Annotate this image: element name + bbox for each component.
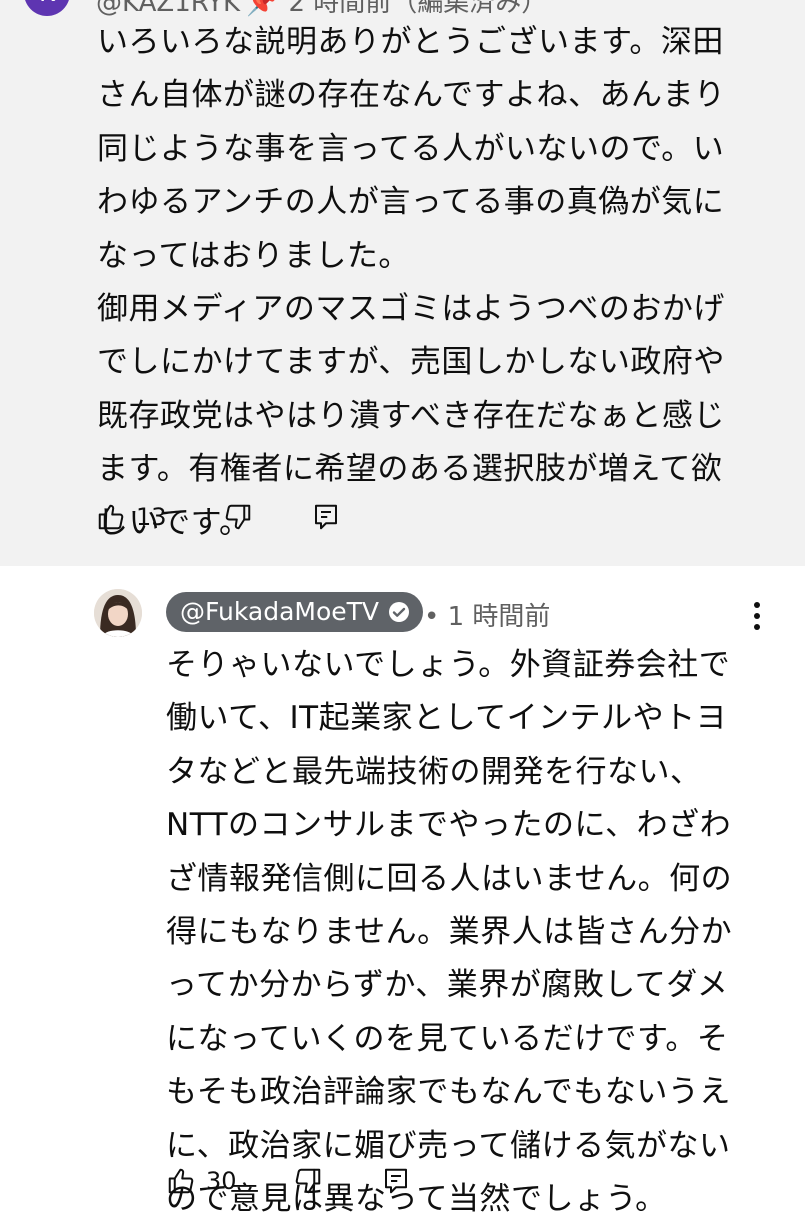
like-count: 30 [206,1167,237,1195]
comment-card-highlighted: K @KAZ1RYK📌2 時間前（編集済み） いろいろな説明ありがとうございます… [0,0,805,566]
thumbs-up-icon[interactable] [96,502,126,532]
avatar[interactable] [94,589,142,637]
thumbs-down-icon[interactable] [223,502,253,532]
verified-check-icon [389,602,410,622]
reply-icon[interactable] [311,502,341,532]
comment-actions: 30 [166,1166,411,1196]
comment-timestamp: • 1 時間前 [424,602,551,632]
more-options-icon[interactable] [744,598,770,634]
thumbs-down-icon[interactable] [293,1166,323,1196]
like-count: 13 [136,503,167,531]
comment-actions: 13 [96,502,341,532]
author-handle: @FukadaMoeTV [180,597,380,626]
avatar[interactable]: K [24,0,70,16]
reply-icon[interactable] [381,1166,411,1196]
avatar-portrait [94,589,142,637]
comment-text: いろいろな説明ありがとうございます。深田 さん自体が謎の存在なんですよね、あんま… [97,24,726,541]
thumbs-up-icon[interactable] [166,1166,196,1196]
comment-text: そりゃいないでしょう。外資証券会社で 働いて、IT起業家としてインテルやトヨ タ… [166,647,733,1218]
author-handle-chip[interactable]: @FukadaMoeTV [166,592,424,632]
